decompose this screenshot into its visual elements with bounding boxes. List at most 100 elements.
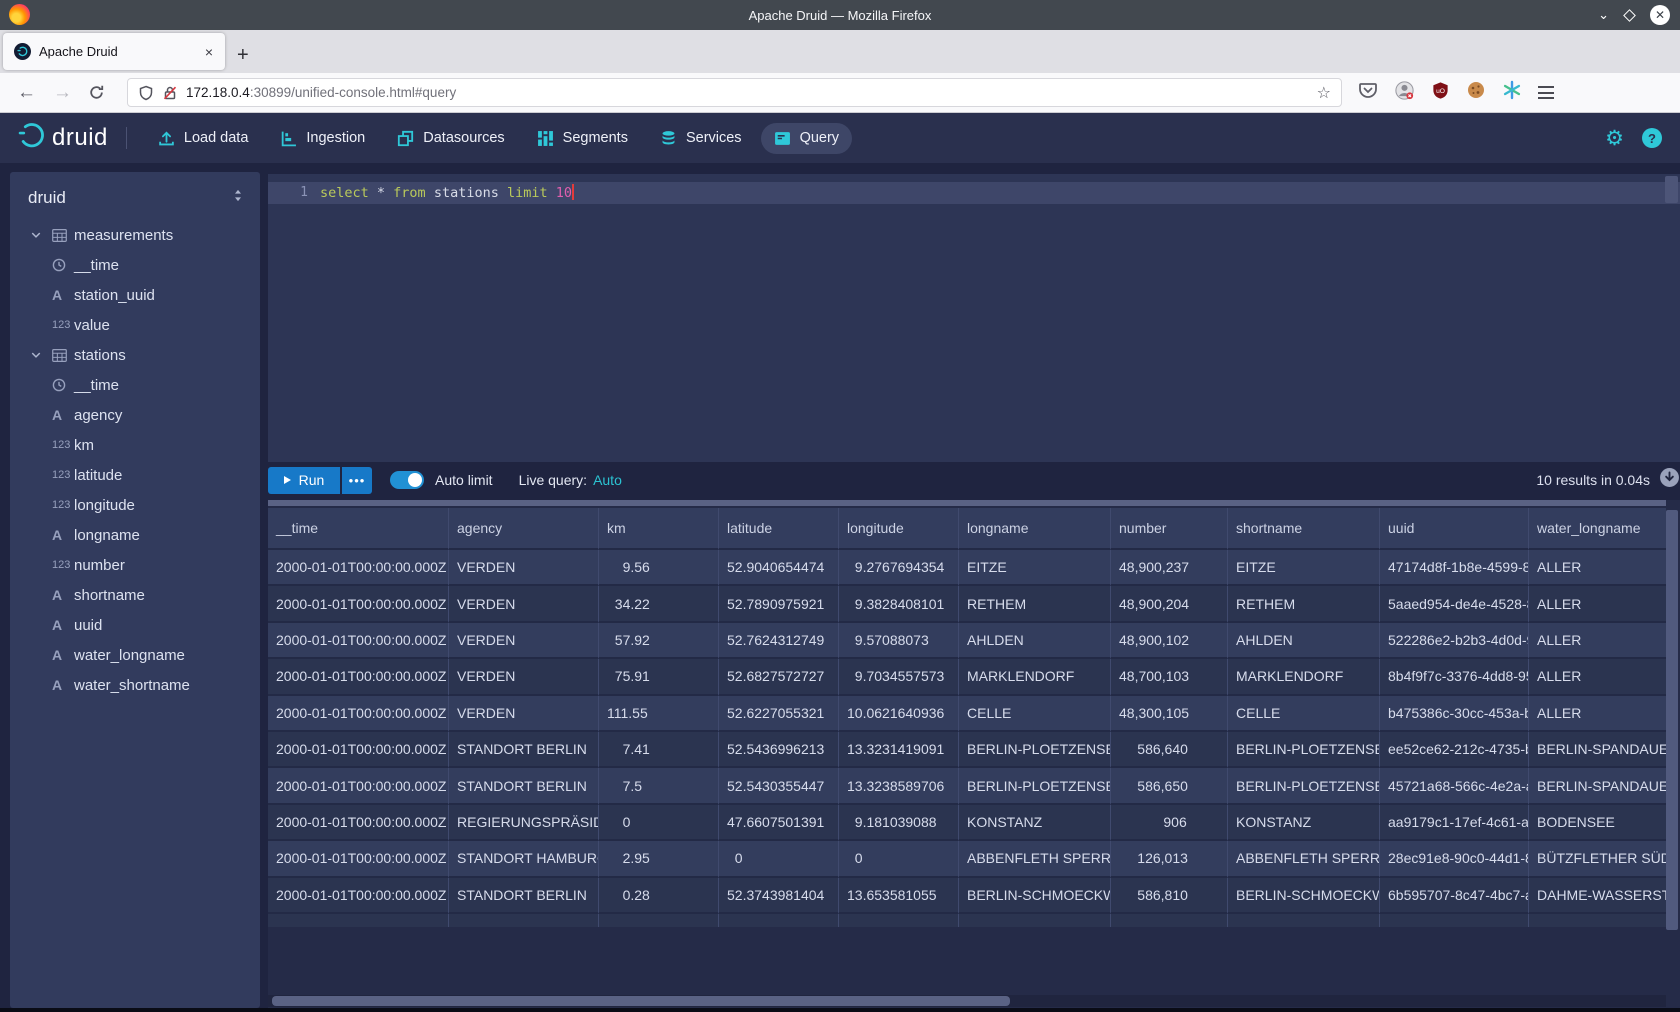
- live-query-value[interactable]: Auto: [593, 472, 622, 488]
- table-cell[interactable]: 48,900,237: [1111, 550, 1228, 586]
- bookmark-star-icon[interactable]: ☆: [1317, 83, 1331, 103]
- column-header-shortname[interactable]: shortname: [1228, 508, 1380, 550]
- column-header-longitude[interactable]: longitude: [839, 508, 959, 550]
- druid-brand[interactable]: druid: [18, 122, 108, 154]
- table-cell[interactable]: RETHEM: [959, 586, 1111, 622]
- table-cell[interactable]: STANDORT BERLIN: [449, 768, 599, 804]
- chevron-down-icon[interactable]: [30, 349, 44, 361]
- asterisk-extension-icon[interactable]: [1502, 80, 1522, 105]
- table-measurements[interactable]: measurements: [10, 220, 260, 250]
- table-cell[interactable]: VERDEN: [449, 696, 599, 732]
- editor-scrollbar[interactable]: [1665, 176, 1678, 203]
- sql-code-line[interactable]: select * from stations limit 10: [320, 182, 574, 204]
- column-header-number[interactable]: number: [1111, 508, 1228, 550]
- table-cell[interactable]: AHLDEN: [1228, 623, 1380, 659]
- tab-close-icon[interactable]: ×: [201, 44, 217, 60]
- table-cell[interactable]: MARKLENDORF: [959, 659, 1111, 695]
- new-tab-button[interactable]: +: [237, 45, 249, 65]
- column-water-longname[interactable]: Awater_longname: [10, 640, 260, 670]
- account-icon[interactable]: [1394, 80, 1415, 106]
- nav-item-load-data[interactable]: Load data: [145, 123, 262, 154]
- table-cell[interactable]: 2000-01-01T00:00:00.000Z: [268, 768, 449, 804]
- column-longname[interactable]: Alongname: [10, 520, 260, 550]
- table-cell[interactable]: CELLE: [1228, 696, 1380, 732]
- ublock-icon[interactable]: uO: [1431, 81, 1450, 105]
- table-cell[interactable]: 586,640: [1111, 732, 1228, 768]
- column-uuid[interactable]: Auuid: [10, 610, 260, 640]
- table-cell[interactable]: 57.92: [599, 623, 719, 659]
- table-cell[interactable]: 52.6827572727: [719, 659, 839, 695]
- table-cell[interactable]: 75.91: [599, 659, 719, 695]
- table-cell[interactable]: 906: [1111, 805, 1228, 841]
- table-cell[interactable]: 586,810: [1111, 878, 1228, 914]
- table-cell[interactable]: 2000-01-01T00:00:00.000Z: [268, 659, 449, 695]
- table-cell[interactable]: 7.5: [599, 768, 719, 804]
- table-cell[interactable]: BERLIN-SCHMOECKWITZ: [959, 878, 1111, 914]
- cookie-icon[interactable]: [1466, 80, 1486, 105]
- table-cell[interactable]: 48,700,103: [1111, 659, 1228, 695]
- back-button[interactable]: ←: [17, 82, 36, 104]
- table-cell[interactable]: 2000-01-01T00:00:00.000Z: [268, 805, 449, 841]
- shield-icon[interactable]: [138, 85, 154, 101]
- column-longitude[interactable]: 123longitude: [10, 490, 260, 520]
- table-cell[interactable]: 47.6607501391: [719, 805, 839, 841]
- table-cell[interactable]: 52.5436996213: [719, 732, 839, 768]
- table-cell[interactable]: aa9179c1-17ef-4c61-a48: [1380, 805, 1529, 841]
- table-cell[interactable]: CELLE: [959, 696, 1111, 732]
- column-number[interactable]: 123number: [10, 550, 260, 580]
- nav-item-ingestion[interactable]: Ingestion: [267, 123, 378, 154]
- window-close-icon[interactable]: ✕: [1650, 5, 1670, 25]
- sql-editor[interactable]: 1 select * from stations limit 10: [268, 174, 1680, 462]
- table-cell[interactable]: 0.28: [599, 878, 719, 914]
- table-cell[interactable]: 9.181039088: [839, 805, 959, 841]
- table-cell[interactable]: 13.3238589706: [839, 768, 959, 804]
- table-cell[interactable]: ALLER: [1529, 550, 1666, 586]
- nav-item-segments[interactable]: Segments: [524, 123, 641, 154]
- table-cell[interactable]: 52.7890975921: [719, 586, 839, 622]
- table-cell[interactable]: BERLIN-SPANDAUER-S: [1529, 732, 1666, 768]
- table-cell[interactable]: 10.0621640936: [839, 696, 959, 732]
- table-cell[interactable]: ALLER: [1529, 659, 1666, 695]
- table-cell[interactable]: 2000-01-01T00:00:00.000Z: [268, 696, 449, 732]
- nav-item-query[interactable]: Query: [761, 123, 853, 154]
- maximize-icon[interactable]: [1623, 9, 1636, 22]
- table-cell[interactable]: DAHME-WASSERSTRASSE: [1529, 878, 1666, 914]
- auto-limit-toggle[interactable]: [390, 471, 424, 489]
- table-cell[interactable]: EITZE: [1228, 550, 1380, 586]
- table-cell[interactable]: BERLIN-PLOETZENSEE U: [959, 768, 1111, 804]
- table-cell[interactable]: 6b595707-8c47-4bc7-a8: [1380, 878, 1529, 914]
- table-cell[interactable]: ALLER: [1529, 623, 1666, 659]
- table-cell[interactable]: 9.56: [599, 550, 719, 586]
- window-menu-icon[interactable]: ⌄: [1598, 10, 1609, 20]
- table-cell[interactable]: ALLER: [1529, 696, 1666, 732]
- column-station-uuid[interactable]: Astation_uuid: [10, 280, 260, 310]
- table-cell[interactable]: STANDORT BERLIN: [449, 732, 599, 768]
- chevron-down-icon[interactable]: [30, 229, 44, 241]
- column-water-shortname[interactable]: Awater_shortname: [10, 670, 260, 700]
- table-cell[interactable]: REGIERUNGSPRÄSIDIUM: [449, 805, 599, 841]
- table-cell[interactable]: VERDEN: [449, 550, 599, 586]
- pocket-icon[interactable]: [1358, 80, 1378, 105]
- column-latitude[interactable]: 123latitude: [10, 460, 260, 490]
- results-vertical-scrollbar[interactable]: [1666, 510, 1678, 930]
- column-agency[interactable]: Aagency: [10, 400, 260, 430]
- menu-hamburger-icon[interactable]: [1538, 86, 1554, 99]
- table-cell[interactable]: 2000-01-01T00:00:00.000Z: [268, 732, 449, 768]
- table-cell[interactable]: KONSTANZ: [1228, 805, 1380, 841]
- table-cell[interactable]: BERLIN-SPANDAUER-S: [1529, 768, 1666, 804]
- table-cell[interactable]: 13.653581055: [839, 878, 959, 914]
- download-icon[interactable]: [1659, 467, 1680, 493]
- table-cell[interactable]: 48,300,105: [1111, 696, 1228, 732]
- table-cell[interactable]: BERLIN-PLOETZENSEE O: [959, 732, 1111, 768]
- nav-item-services[interactable]: Services: [647, 123, 755, 154]
- table-cell[interactable]: 7.41: [599, 732, 719, 768]
- table-cell[interactable]: 52.6227055321: [719, 696, 839, 732]
- table-cell[interactable]: 2000-01-01T00:00:00.000Z: [268, 550, 449, 586]
- column-header-longname[interactable]: longname: [959, 508, 1111, 550]
- column-header-agency[interactable]: agency: [449, 508, 599, 550]
- table-cell[interactable]: KONSTANZ: [959, 805, 1111, 841]
- table-cell[interactable]: 111.55: [599, 696, 719, 732]
- table-cell[interactable]: BERLIN-PLOETZENSEE U: [1228, 768, 1380, 804]
- table-cell[interactable]: BODENSEE: [1529, 805, 1666, 841]
- table-cell[interactable]: STANDORT BERLIN: [449, 878, 599, 914]
